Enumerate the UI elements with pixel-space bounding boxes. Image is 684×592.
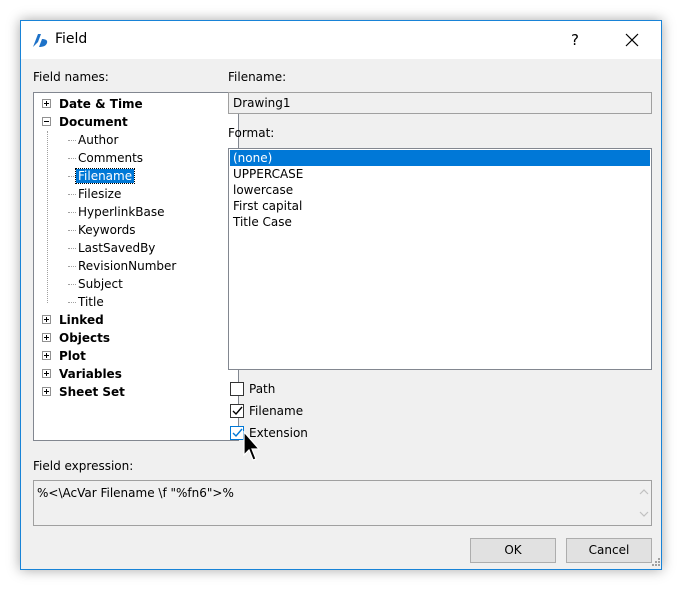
filename-checkbox-label[interactable]: Filename bbox=[249, 404, 303, 418]
tree-item[interactable]: Filename bbox=[74, 167, 136, 185]
tree-item[interactable]: Linked bbox=[59, 311, 104, 329]
field-expression-label: Field expression: bbox=[33, 459, 134, 473]
list-item[interactable]: lowercase bbox=[230, 182, 650, 198]
tree-guide-line bbox=[68, 212, 76, 214]
list-item[interactable]: Title Case bbox=[230, 214, 650, 230]
expand-icon[interactable] bbox=[42, 99, 51, 108]
tree-guide-line bbox=[68, 194, 76, 196]
path-checkbox-label[interactable]: Path bbox=[249, 382, 275, 396]
list-item[interactable]: First capital bbox=[230, 198, 650, 214]
tree-guide-line bbox=[68, 158, 76, 160]
tree-item[interactable]: RevisionNumber bbox=[78, 257, 176, 275]
tree-item-label: Filesize bbox=[78, 187, 122, 201]
tree-guide-line bbox=[68, 140, 76, 142]
expand-icon[interactable] bbox=[42, 369, 51, 378]
list-item[interactable]: (none) bbox=[230, 150, 650, 166]
field-names-tree[interactable]: Date & Time Document Author Comments Filenam… bbox=[33, 92, 239, 441]
field-dialog: Field ? Field names: Date & Time Document… bbox=[20, 20, 662, 570]
filename-label: Filename: bbox=[228, 70, 287, 84]
tree-item[interactable]: Date & Time bbox=[59, 95, 143, 113]
tree-item[interactable]: Plot bbox=[59, 347, 86, 365]
collapse-icon[interactable] bbox=[42, 117, 51, 126]
tree-item-label: Filename bbox=[74, 168, 136, 184]
tree-item-label: LastSavedBy bbox=[78, 241, 156, 255]
window-title: Field bbox=[55, 31, 88, 47]
resize-grip-icon[interactable] bbox=[649, 557, 661, 569]
tree-item[interactable]: Comments bbox=[78, 149, 143, 167]
expand-icon[interactable] bbox=[42, 333, 51, 342]
field-names-label: Field names: bbox=[33, 70, 109, 84]
expand-icon[interactable] bbox=[42, 387, 51, 396]
tree-guide-line bbox=[68, 302, 76, 304]
tree-item[interactable]: Objects bbox=[59, 329, 110, 347]
checkmark-icon bbox=[232, 428, 243, 438]
tree-item-label: Keywords bbox=[78, 223, 136, 237]
cancel-button[interactable]: Cancel bbox=[566, 538, 652, 563]
tree-guide-line bbox=[68, 284, 76, 286]
tree-item-label: Sheet Set bbox=[59, 385, 125, 399]
tree-item-label: Objects bbox=[59, 331, 111, 345]
tree-guide-line bbox=[68, 230, 76, 232]
tree-guide-line bbox=[68, 176, 76, 178]
title-bar: Field ? bbox=[21, 21, 661, 59]
tree-item-label: HyperlinkBase bbox=[78, 205, 165, 219]
tree-item-label: Author bbox=[78, 133, 119, 147]
tree-guide-line bbox=[47, 131, 49, 303]
tree-item-label: Comments bbox=[78, 151, 144, 165]
tree-item[interactable]: Variables bbox=[59, 365, 122, 383]
tree-guide-line bbox=[68, 248, 76, 250]
tree-item-label: Subject bbox=[78, 277, 123, 291]
expand-icon[interactable] bbox=[42, 351, 51, 360]
tree-item-label: Linked bbox=[59, 313, 104, 327]
tree-item[interactable]: LastSavedBy bbox=[78, 239, 155, 257]
checkmark-icon bbox=[232, 406, 243, 416]
format-label: Format: bbox=[228, 126, 275, 140]
filename-checkbox[interactable] bbox=[230, 404, 244, 418]
ok-button[interactable]: OK bbox=[470, 538, 556, 563]
tree-item[interactable]: Document bbox=[59, 113, 128, 131]
extension-checkbox[interactable] bbox=[230, 426, 244, 440]
path-checkbox[interactable] bbox=[230, 382, 244, 396]
field-expression-text: %<\AcVar Filename \f "%fn6">% bbox=[37, 486, 234, 500]
tree-item-label: Title bbox=[78, 295, 104, 309]
tree-item-label: Plot bbox=[59, 349, 86, 363]
tree-item[interactable]: Author bbox=[78, 131, 118, 149]
expand-icon[interactable] bbox=[42, 315, 51, 324]
mouse-cursor-icon bbox=[243, 431, 261, 461]
app-logo-icon bbox=[33, 34, 48, 47]
tree-item[interactable]: Filesize bbox=[78, 185, 121, 203]
help-button[interactable]: ? bbox=[560, 23, 590, 57]
filename-field[interactable]: Drawing1 bbox=[228, 92, 652, 114]
tree-item[interactable]: Subject bbox=[78, 275, 123, 293]
tree-item[interactable]: Sheet Set bbox=[59, 383, 125, 401]
list-item[interactable]: UPPERCASE bbox=[230, 166, 650, 182]
scroll-down-icon[interactable] bbox=[637, 507, 651, 521]
tree-item[interactable]: Keywords bbox=[78, 221, 136, 239]
close-icon[interactable] bbox=[617, 23, 647, 57]
format-listbox[interactable]: (none) UPPERCASE lowercase First capital Tit… bbox=[228, 148, 652, 370]
tree-guide-line bbox=[68, 266, 76, 268]
tree-item-label: RevisionNumber bbox=[78, 259, 177, 273]
tree-item-label: Variables bbox=[59, 367, 122, 381]
field-expression-field[interactable]: %<\AcVar Filename \f "%fn6">% bbox=[33, 480, 652, 526]
scroll-up-icon[interactable] bbox=[637, 485, 651, 499]
tree-item[interactable]: HyperlinkBase bbox=[78, 203, 165, 221]
tree-item-label: Document bbox=[59, 115, 128, 129]
tree-item-label: Date & Time bbox=[59, 97, 143, 111]
tree-item[interactable]: Title bbox=[78, 293, 104, 311]
